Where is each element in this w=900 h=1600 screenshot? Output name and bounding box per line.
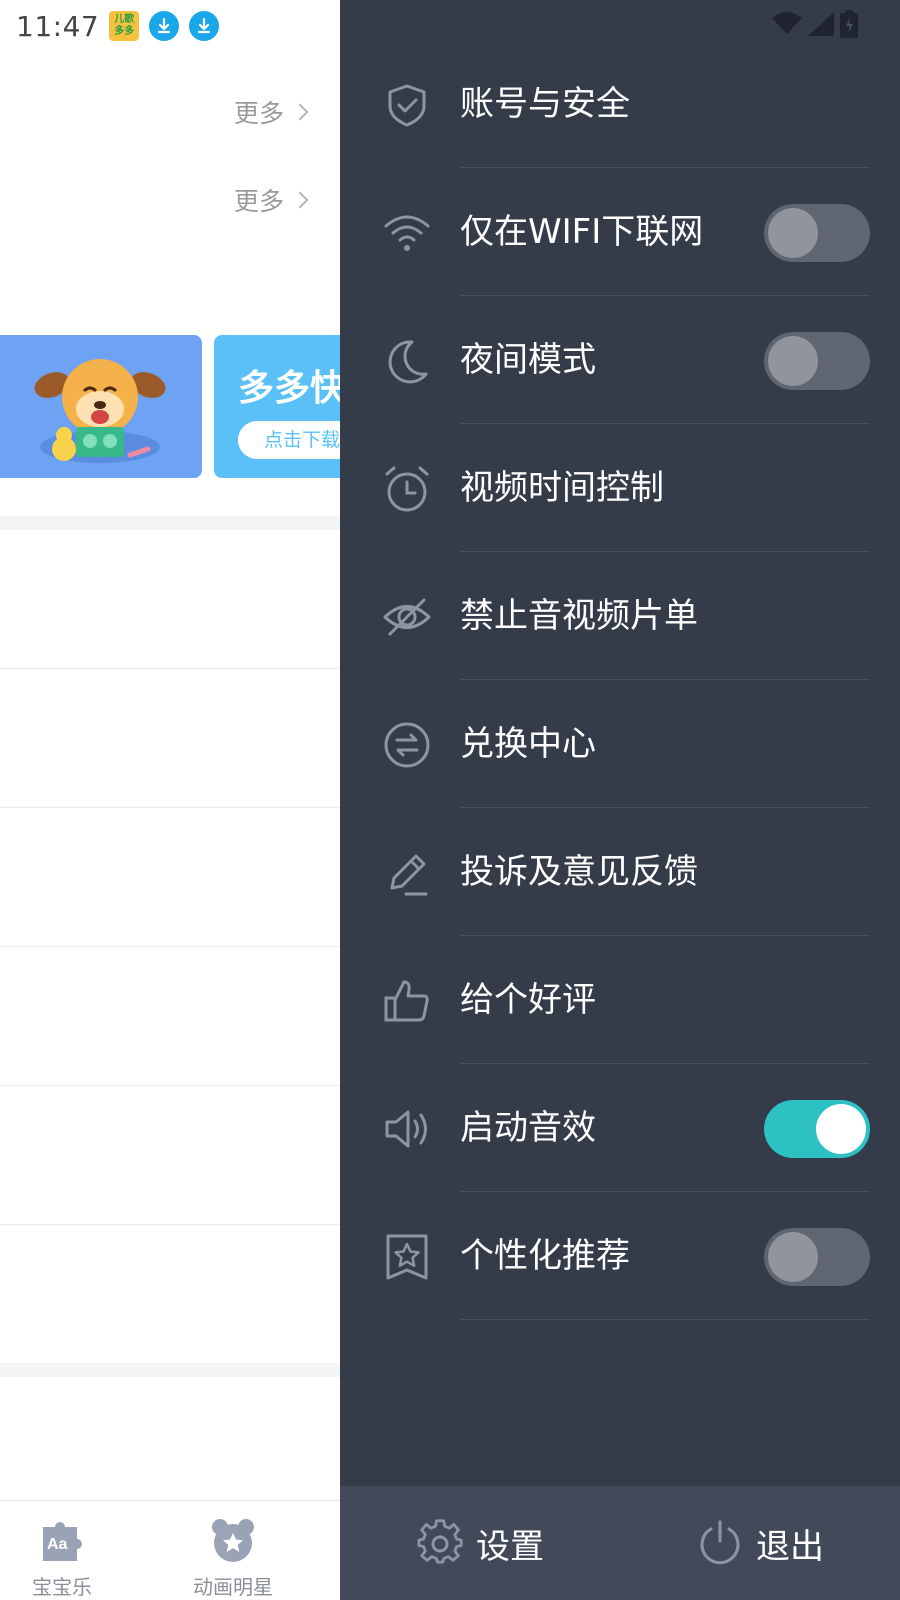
- toggle-knob: [768, 1232, 818, 1282]
- more-label: 更多: [233, 99, 284, 128]
- section-more-link[interactable]: 更多: [233, 182, 309, 218]
- gear-icon: [417, 1519, 463, 1564]
- puzzle-aa-icon: Aa: [43, 1522, 82, 1561]
- banner-title: 多多快: [238, 368, 347, 409]
- shield-check-icon: [388, 84, 426, 127]
- signal-icon: [808, 12, 834, 36]
- menu-item-redeem-center[interactable]: 兑换中心: [340, 680, 900, 808]
- section-separator: [0, 516, 340, 530]
- kids-app-badge-text: 儿歌多多: [114, 14, 135, 37]
- wifi-icon: [384, 215, 430, 251]
- thumbs-up-icon: [384, 980, 429, 1022]
- nav-label: 宝宝乐: [32, 1575, 92, 1599]
- pencil-icon: [390, 854, 428, 896]
- menu-label: 视频时间控制: [460, 468, 664, 508]
- launch-sound-toggle[interactable]: [764, 1100, 870, 1158]
- divider: [460, 1319, 870, 1320]
- list-item[interactable]: [0, 947, 340, 1086]
- download-icon: [149, 11, 180, 41]
- app-screen: 11:47 儿歌多多 更多 更多 多多快 点击下载 Aa 宝宝乐 动画明星 账号…: [0, 0, 900, 1600]
- menu-label: 启动音效: [460, 1108, 596, 1148]
- nav-label: 动画明星: [193, 1575, 273, 1599]
- speaker-icon: [385, 1110, 427, 1148]
- menu-label: 个性化推荐: [460, 1236, 630, 1276]
- settings-label: 设置: [476, 1526, 544, 1567]
- nav-item-cartoon-stars[interactable]: 动画明星: [173, 1501, 293, 1600]
- eye-off-icon: [383, 598, 431, 636]
- menu-item-feedback[interactable]: 投诉及意见反馈: [340, 808, 900, 936]
- logout-label: 退出: [756, 1526, 824, 1567]
- settings-button[interactable]: 设置: [416, 1486, 544, 1600]
- list-item[interactable]: [0, 1086, 340, 1225]
- section-separator: [0, 1363, 340, 1377]
- wifi-only-toggle[interactable]: [764, 204, 870, 262]
- menu-label: 禁止音视频片单: [460, 596, 698, 636]
- list-item[interactable]: [0, 808, 340, 947]
- toggle-knob: [768, 208, 818, 258]
- side-drawer: 账号与安全 仅在WIFI下联网 夜间模式 视频时间控制 禁止音视频片单 兑换中心…: [340, 0, 900, 1600]
- menu-label: 仅在WIFI下联网: [460, 212, 704, 252]
- status-time: 11:47: [16, 9, 100, 43]
- puppy-reading-illustration: [34, 359, 166, 463]
- bottom-navigation: Aa 宝宝乐 动画明星: [0, 1500, 340, 1600]
- menu-label: 给个好评: [460, 980, 596, 1020]
- menu-label: 兑换中心: [460, 724, 596, 764]
- svg-text:Aa: Aa: [47, 1536, 68, 1553]
- wifi-icon: [772, 12, 802, 34]
- alarm-clock-icon: [385, 466, 429, 512]
- menu-label: 投诉及意见反馈: [460, 852, 698, 892]
- menu-item-rate-app[interactable]: 给个好评: [340, 936, 900, 1064]
- logout-button[interactable]: 退出: [696, 1486, 824, 1600]
- menu-item-account-security[interactable]: 账号与安全: [340, 40, 900, 168]
- moon-icon: [388, 340, 428, 384]
- bear-star-icon: [212, 1519, 254, 1562]
- menu-label: 账号与安全: [460, 84, 630, 124]
- bookmark-star-icon: [386, 1234, 428, 1280]
- personalized-recommendation-toggle[interactable]: [764, 1228, 870, 1286]
- list-item[interactable]: [0, 1225, 340, 1363]
- night-mode-toggle[interactable]: [764, 332, 870, 390]
- menu-item-wifi-only[interactable]: 仅在WIFI下联网: [340, 168, 900, 296]
- menu-item-personalized-recommendation[interactable]: 个性化推荐: [340, 1192, 900, 1320]
- chevron-right-icon: [291, 103, 309, 121]
- battery-icon: [840, 10, 858, 38]
- promo-banner-cartoon[interactable]: [0, 335, 202, 478]
- nav-item-baobaole[interactable]: Aa 宝宝乐: [2, 1501, 122, 1600]
- menu-item-night-mode[interactable]: 夜间模式: [340, 296, 900, 424]
- more-label: 更多: [233, 187, 284, 216]
- exchange-icon: [384, 722, 430, 768]
- menu-item-video-time-control[interactable]: 视频时间控制: [340, 424, 900, 552]
- download-icon: [189, 11, 220, 41]
- power-icon: [700, 1520, 740, 1565]
- status-bar-right: [772, 8, 858, 40]
- status-bar-left: 11:47 儿歌多多: [16, 6, 220, 46]
- kids-app-icon: 儿歌多多: [109, 11, 140, 41]
- menu-label: 夜间模式: [460, 340, 596, 380]
- menu-item-launch-sound[interactable]: 启动音效: [340, 1064, 900, 1192]
- menu-item-blocked-list[interactable]: 禁止音视频片单: [340, 552, 900, 680]
- section-more-link[interactable]: 更多: [233, 94, 309, 130]
- chevron-right-icon: [291, 191, 309, 209]
- toggle-knob: [816, 1104, 866, 1154]
- list-item[interactable]: [0, 669, 340, 808]
- toggle-knob: [768, 336, 818, 386]
- drawer-footer: 设置 退出: [340, 1486, 900, 1600]
- list-item[interactable]: [0, 530, 340, 669]
